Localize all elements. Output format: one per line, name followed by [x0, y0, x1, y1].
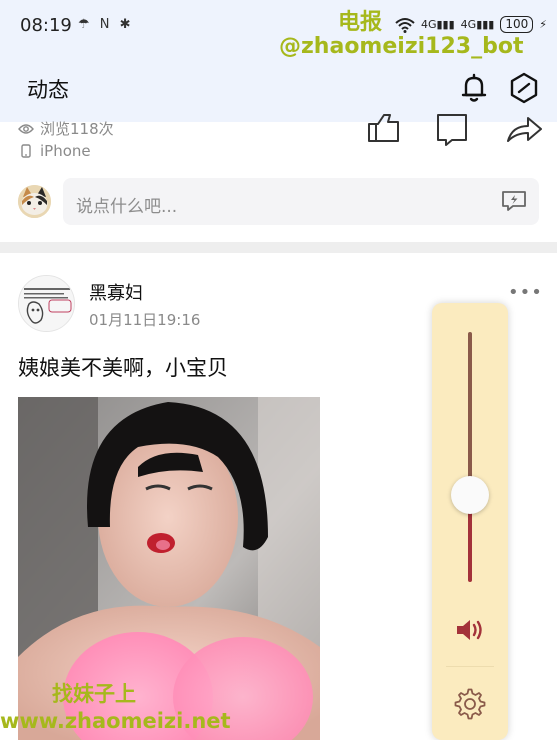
page-title: 动态: [27, 78, 69, 102]
post-author-name[interactable]: 黑寡妇: [89, 279, 143, 305]
charging-icon: ⚡: [539, 18, 547, 31]
speaker-icon[interactable]: [455, 616, 487, 644]
phone-icon: [21, 144, 31, 158]
bell-icon[interactable]: [458, 72, 490, 104]
section-divider: [0, 242, 557, 253]
post-content: 姨娘美不美啊，小宝贝: [18, 356, 228, 380]
flash-comment-icon[interactable]: [501, 190, 527, 212]
gear-icon[interactable]: [453, 687, 487, 721]
author-avatar-image: [19, 276, 74, 331]
watermark-text: 找妹子上: [52, 682, 136, 706]
device-info: iPhone: [18, 142, 91, 160]
status-right-icons: 4G▮▮▮ 4G▮▮▮ 100 ⚡: [395, 16, 547, 33]
cat-avatar-image: [18, 185, 51, 218]
author-avatar[interactable]: [18, 275, 75, 332]
comment-placeholder: 说点什么吧...: [76, 197, 178, 217]
share-icon[interactable]: [507, 117, 542, 142]
volume-track-remaining[interactable]: [468, 332, 472, 495]
battery-icon: 100: [500, 16, 534, 33]
watermark-text: www.zhaomeizi.net: [0, 709, 231, 733]
volume-slider-thumb[interactable]: [451, 475, 489, 514]
panel-divider: [446, 666, 494, 667]
post-actions: [368, 114, 542, 146]
notification-icons: ☂ N ✱: [78, 17, 134, 32]
view-count: 浏览118次: [18, 118, 114, 139]
eye-icon: [18, 123, 34, 134]
signal-label-1: 4G: [420, 18, 437, 31]
wifi-icon: [395, 17, 415, 33]
status-time: 08:19: [20, 15, 72, 36]
like-icon[interactable]: [368, 114, 399, 142]
comment-input[interactable]: 说点什么吧...: [63, 178, 539, 225]
comment-icon[interactable]: [437, 114, 467, 146]
signal-icon: 4G▮▮▮: [420, 18, 455, 31]
device-text: iPhone: [40, 142, 91, 160]
hexagon-logo-icon[interactable]: [509, 72, 539, 104]
volume-panel: [432, 303, 508, 740]
avatar[interactable]: [18, 185, 51, 218]
watermark-text: @zhaomeizi123_bot: [279, 34, 524, 59]
signal-icon: 4G▮▮▮: [460, 18, 495, 31]
more-options-icon[interactable]: •••: [508, 282, 543, 303]
view-count-text: 浏览118次: [40, 120, 114, 138]
post-timestamp: 01月11日19:16: [89, 311, 201, 329]
signal-label-2: 4G: [460, 18, 477, 31]
watermark-text: 电报: [338, 10, 383, 35]
